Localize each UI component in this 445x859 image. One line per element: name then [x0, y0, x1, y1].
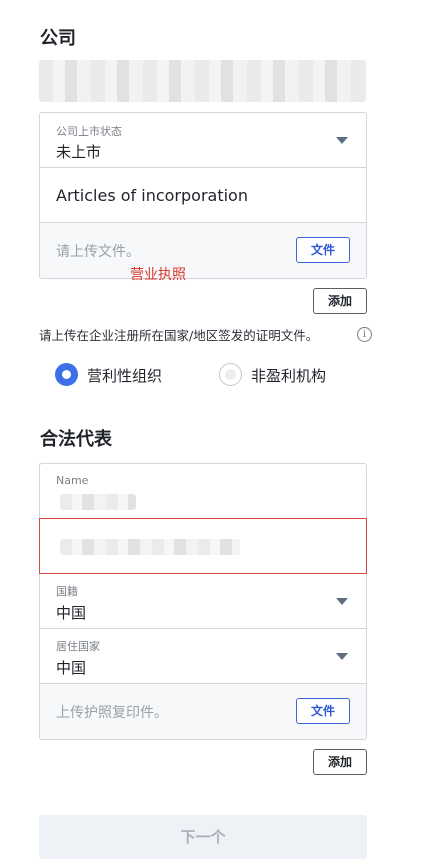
nationality-value: 中国: [56, 604, 87, 622]
radio-for-profit[interactable]: [55, 363, 78, 386]
name-value-redacted: [60, 494, 136, 510]
radio-for-profit-label: 营利性组织: [87, 367, 163, 385]
radio-non-profit-label: 非盈利机构: [251, 367, 327, 385]
nationality-label: 国籍: [56, 585, 78, 598]
residence-value: 中国: [56, 659, 87, 677]
document-type-value: Articles of incorporation: [56, 186, 248, 205]
listing-status-value: 未上市: [56, 143, 102, 161]
upload-notice: 请上传在企业注册所在国家/地区签发的证明文件。: [39, 328, 319, 343]
legal-rep-fields-group: Name 国籍 中国 居住国家 中国 上传护照复印件。 文件: [39, 463, 367, 740]
passport-upload-row: 上传护照复印件。 文件: [40, 684, 366, 739]
company-section-title: 公司: [40, 28, 76, 49]
chevron-down-icon[interactable]: [336, 137, 348, 144]
chevron-down-icon[interactable]: [336, 653, 348, 660]
chevron-down-icon[interactable]: [336, 598, 348, 605]
company-upload-hint: 请上传文件。: [56, 244, 140, 260]
company-name-redacted: [39, 60, 367, 102]
company-add-button[interactable]: 添加: [313, 288, 367, 314]
next-button[interactable]: 下一个: [39, 815, 367, 859]
passport-upload-hint: 上传护照复印件。: [56, 705, 168, 721]
info-icon[interactable]: i: [357, 327, 372, 342]
error-highlighted-field[interactable]: [39, 518, 367, 574]
annotation-text: 营业执照: [130, 267, 186, 283]
company-upload-row: 请上传文件。 文件: [40, 223, 366, 278]
name-field[interactable]: Name: [40, 464, 366, 519]
legal-rep-add-button[interactable]: 添加: [313, 749, 367, 775]
nationality-select[interactable]: 国籍 中国: [40, 574, 366, 629]
radio-non-profit[interactable]: [219, 363, 242, 386]
listing-status-label: 公司上市状态: [56, 125, 122, 138]
residence-label: 居住国家: [56, 640, 100, 653]
passport-file-button[interactable]: 文件: [296, 698, 350, 724]
legal-rep-section-title: 合法代表: [40, 429, 112, 450]
residence-select[interactable]: 居住国家 中国: [40, 629, 366, 684]
listing-status-select[interactable]: 公司上市状态 未上市: [40, 113, 366, 168]
document-type-field[interactable]: Articles of incorporation: [40, 168, 366, 223]
company-file-button[interactable]: 文件: [296, 237, 350, 263]
company-fields-group: 公司上市状态 未上市 Articles of incorporation 请上传…: [39, 112, 367, 279]
field-value-redacted: [60, 539, 240, 555]
name-label: Name: [56, 474, 89, 487]
